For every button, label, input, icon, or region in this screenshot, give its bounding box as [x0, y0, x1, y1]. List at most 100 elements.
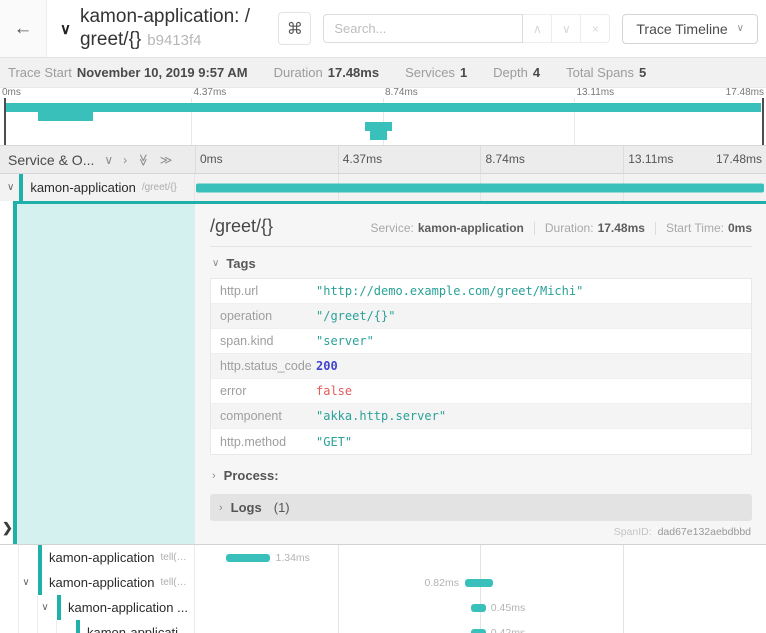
tag-value: false: [316, 384, 353, 398]
indent-guide: [0, 620, 19, 633]
keyboard-shortcuts-button[interactable]: ⌘: [278, 12, 312, 45]
detail-row-chevron-icon[interactable]: ❯: [2, 520, 13, 536]
tags-table: http.url "http://demo.example.com/greet/…: [210, 278, 752, 455]
depth-stat: Depth 4: [493, 65, 540, 80]
trace-start-stat: Trace Start November 10, 2019 9:57 AM: [8, 65, 248, 80]
span-bar[interactable]: [470, 603, 486, 612]
search-next-button[interactable]: ∨: [552, 14, 582, 43]
indent-guide: [0, 595, 19, 620]
trace-title: kamon-application: / greet/{} b9413f4: [80, 5, 250, 52]
minimap-right-scrubber[interactable]: [762, 98, 764, 145]
expand-one-icon[interactable]: ›: [123, 154, 127, 166]
tag-key: http.method: [220, 434, 287, 449]
trace-title-line2: greet/{} b9413f4: [80, 28, 250, 52]
service-value: kamon-application: [417, 221, 524, 235]
indent-guide: [19, 620, 38, 633]
logs-section-toggle[interactable]: › Logs (1): [210, 494, 752, 521]
chevron-slot[interactable]: ∨: [38, 602, 57, 613]
collapse-all-icon[interactable]: ≫: [136, 153, 150, 166]
search-prev-button[interactable]: ∧: [523, 14, 553, 43]
operation-name: tell(…: [160, 577, 187, 588]
tags-section-toggle[interactable]: ∨ Tags: [210, 247, 752, 278]
minimap-tick: 0ms: [2, 87, 21, 98]
duration-value: 17.48ms: [597, 221, 645, 235]
chevron-right-icon: ›: [212, 469, 216, 482]
column-title: Service & O...: [8, 151, 95, 168]
tag-row: http.status_code 200: [211, 354, 751, 379]
collapse-one-icon[interactable]: ∨: [104, 154, 113, 166]
timeline-grid-header: Service & O... ∨ › ≫ ≫ 0ms 4.37ms 8.74ms…: [0, 146, 766, 174]
logs-label: Logs: [230, 500, 262, 515]
span-name-cell[interactable]: ∨ kamon-application ...: [0, 595, 195, 620]
span-detail-zone: ❯ /greet/{} Service: kamon-application D…: [0, 204, 766, 545]
trace-id: b9413f4: [147, 32, 202, 49]
service-color-accent: [38, 545, 42, 570]
stat-label: Total Spans: [566, 65, 635, 80]
minimap-left-scrubber[interactable]: [4, 98, 6, 145]
span-bar[interactable]: [470, 628, 486, 633]
indent-guide: [0, 570, 19, 595]
root-span-name-cell[interactable]: ∨ kamon-application /greet/{}: [0, 174, 195, 201]
tag-row: span.kind "server": [211, 329, 751, 354]
search-clear-button[interactable]: ×: [581, 14, 611, 43]
meta-divider: [654, 221, 656, 235]
tag-row: error false: [211, 379, 751, 404]
tag-key: operation: [220, 309, 273, 323]
tag-row: http.method "GET": [211, 429, 751, 454]
span-row[interactable]: kamon-applicati... 0.42ms: [0, 620, 766, 633]
service-color-accent: [38, 570, 42, 595]
root-span-timeline-cell[interactable]: [195, 174, 766, 201]
root-span-row[interactable]: ∨ kamon-application /greet/{}: [0, 174, 766, 201]
span-name-cell[interactable]: kamon-applicati...: [0, 620, 195, 633]
back-button[interactable]: ←: [0, 0, 47, 57]
tag-value: "server": [316, 334, 374, 348]
tag-key: error: [220, 384, 247, 398]
expand-all-icon[interactable]: ≫: [160, 154, 173, 166]
stat-value: 5: [639, 65, 647, 80]
span-row[interactable]: ∨ kamon-application ... 0.45ms: [0, 595, 766, 620]
services-stat: Services 1: [405, 65, 467, 80]
span-timeline-cell[interactable]: 0.42ms: [195, 620, 766, 633]
process-section-toggle[interactable]: › Process:: [210, 455, 752, 483]
span-timeline-cell[interactable]: 0.45ms: [195, 595, 766, 620]
search-group: ∧ ∨ ×: [323, 14, 611, 43]
chevron-down-icon: ∨: [561, 21, 571, 36]
service-name: kamon-application: [49, 575, 155, 590]
search-input[interactable]: [323, 14, 524, 43]
collapse-children-icon: ∨: [41, 602, 49, 613]
tag-row: operation "/greet/{}": [211, 304, 751, 329]
span-name-cell[interactable]: kamon-application tell(…: [0, 545, 195, 570]
view-selector-button[interactable]: Trace Timeline ∨: [622, 13, 758, 44]
start-time-label: Start Time:: [665, 221, 724, 235]
stat-label: Services: [405, 65, 455, 80]
timeline-tick: 8.74ms: [485, 152, 525, 166]
span-detail-panel: /greet/{} Service: kamon-application Dur…: [195, 204, 766, 544]
span-duration-label: 0.45ms: [490, 601, 526, 614]
collapse-trace-icon[interactable]: ∨: [60, 20, 71, 38]
process-label: Process:: [223, 468, 279, 483]
tags-section-title: Tags: [226, 256, 256, 271]
collapse-children-icon[interactable]: ∨: [7, 182, 14, 193]
detail-name-column-fill[interactable]: [17, 204, 195, 544]
tag-value: "GET": [316, 434, 353, 449]
minimap-span-bar: [369, 131, 387, 140]
service-name: kamon-applicati...: [87, 625, 189, 633]
minimap-span-bar: [38, 112, 94, 121]
span-row[interactable]: kamon-application tell(… 1.34ms: [0, 545, 766, 570]
stat-value: November 10, 2019 9:57 AM: [76, 65, 248, 80]
logs-count: (1): [273, 500, 290, 515]
chevron-slot[interactable]: ∨: [19, 577, 38, 588]
span-bar[interactable]: [225, 553, 270, 562]
span-name-cell[interactable]: ∨ kamon-application tell(…: [0, 570, 195, 595]
operation-name: /greet/{}: [141, 182, 177, 193]
span-bar[interactable]: [465, 578, 494, 587]
minimap-tick: 17.48ms: [725, 87, 764, 98]
trace-minimap[interactable]: [0, 98, 766, 146]
chevron-right-icon: ›: [219, 501, 223, 514]
service-color-accent: [19, 174, 24, 201]
span-timeline-cell[interactable]: 0.82ms: [195, 570, 766, 595]
timeline-tick: 13.11ms: [628, 152, 674, 166]
root-span-bar[interactable]: [196, 183, 764, 192]
span-timeline-cell[interactable]: 1.34ms: [195, 545, 766, 570]
span-row[interactable]: ∨ kamon-application tell(… 0.82ms: [0, 570, 766, 595]
